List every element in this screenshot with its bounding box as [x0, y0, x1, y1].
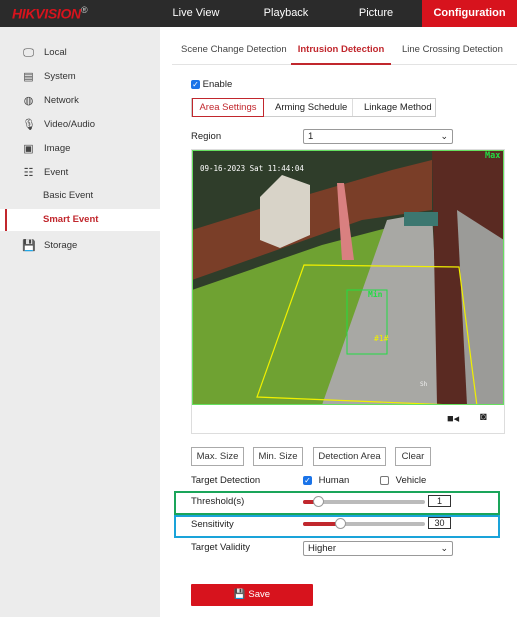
calendar-icon: ☷ — [23, 167, 34, 179]
sidebar-item-label: Video/Audio — [44, 119, 96, 130]
sidebar-item-label: System — [44, 71, 76, 82]
nav-configuration[interactable]: Configuration — [422, 0, 517, 27]
max-size-button[interactable]: Max. Size — [191, 447, 244, 466]
sensitivity-value[interactable]: 30 — [428, 517, 451, 529]
sensitivity-slider[interactable] — [303, 518, 425, 534]
checkbox-checked-icon: ✓ — [303, 475, 312, 485]
sidebar-item-storage[interactable]: 💾 Storage — [0, 235, 160, 257]
sidebar-item-system[interactable]: ▤ System — [0, 66, 160, 88]
vehicle-label: Vehicle — [395, 475, 427, 486]
brand-name: HIKVISION — [12, 5, 81, 22]
system-icon: ▤ — [23, 71, 34, 83]
slider-knob[interactable] — [334, 518, 346, 529]
chevron-down-icon: ⌄ — [440, 543, 448, 553]
min-label: Min — [368, 289, 383, 299]
enable-checkbox[interactable]: ✓ Enable — [191, 79, 232, 90]
region-select[interactable]: 1 ⌄ — [303, 129, 453, 144]
subtab-arming-schedule[interactable]: Arming Schedule — [275, 99, 347, 116]
tab-line-crossing-detection[interactable]: Line Crossing Detection — [402, 40, 503, 65]
region-label: Region — [191, 131, 222, 142]
monitor-icon: 🖵 — [23, 47, 34, 59]
sidebar-item-label: Smart Event — [43, 214, 99, 225]
timestamp-overlay: 09-16-2023 Sat 11:44:04 — [200, 164, 304, 173]
max-label: Max — [485, 151, 500, 161]
detection-area-button[interactable]: Detection Area — [313, 447, 386, 466]
globe-icon: ◍ — [23, 95, 34, 107]
camera-snapshot-icon[interactable]: ◙ — [480, 411, 487, 423]
sidebar-item-label: Image — [44, 143, 71, 154]
checkbox-checked-icon: ✓ — [191, 79, 200, 89]
save-label: Save — [248, 589, 271, 600]
sidebar-item-basic-event[interactable]: Basic Event — [0, 185, 160, 207]
region-value: 1 — [308, 131, 314, 142]
camera-feed[interactable]: 09-16-2023 Sat 11:44:04 Max Min #1# Sh — [192, 150, 504, 405]
table — [404, 212, 438, 226]
overlay-text: Sh — [420, 381, 428, 388]
target-validity-select[interactable]: Higher ⌄ — [303, 541, 453, 556]
subtab-area-settings[interactable]: Area Settings — [192, 98, 264, 117]
target-validity-value: Higher — [308, 543, 336, 554]
save-button[interactable]: 💾 Save — [191, 584, 313, 606]
region-tag: #1# — [374, 334, 389, 343]
nav-picture[interactable]: Picture — [340, 0, 412, 27]
sidebar: 🖵 Local ▤ System ◍ Network 🎙 Video/Audio ▣ Im… — [0, 27, 160, 617]
sidebar-item-network[interactable]: ◍ Network — [0, 90, 160, 112]
sidebar-item-label: Basic Event — [43, 190, 94, 201]
sidebar-item-event[interactable]: ☷ Event — [0, 162, 160, 184]
target-detection-label: Target Detection — [191, 475, 261, 486]
video-preview: 09-16-2023 Sat 11:44:04 Max Min #1# Sh ■… — [191, 149, 505, 434]
floppy-icon: 💾 — [233, 589, 246, 600]
nav-playback[interactable]: Playback — [250, 0, 322, 27]
sensitivity-label: Sensitivity — [191, 519, 234, 530]
nav-live-view[interactable]: Live View — [160, 0, 232, 27]
image-icon: ▣ — [23, 143, 34, 155]
threshold-slider[interactable] — [303, 496, 425, 512]
floppy-icon: 💾 — [22, 240, 36, 252]
threshold-value[interactable]: 1 — [428, 495, 451, 507]
human-label: Human — [318, 475, 350, 486]
enable-label: Enable — [202, 79, 233, 90]
microphone-icon: 🎙 — [22, 119, 36, 131]
sidebar-item-video-audio[interactable]: 🎙 Video/Audio — [0, 114, 160, 136]
subtab-bar: Area Settings Arming Schedule Linkage Me… — [191, 98, 436, 117]
record-icon[interactable]: ■◂ — [447, 412, 459, 425]
vehicle-checkbox[interactable]: Vehicle — [380, 475, 426, 486]
clear-button[interactable]: Clear — [395, 447, 431, 466]
sidebar-item-label: Event — [44, 167, 69, 178]
human-checkbox[interactable]: ✓ Human — [303, 475, 349, 486]
sidebar-item-image[interactable]: ▣ Image — [0, 138, 160, 160]
checkbox-unchecked-icon — [380, 475, 389, 485]
target-validity-label: Target Validity — [191, 542, 250, 553]
brand-mark: ® — [80, 5, 88, 15]
hikvision-logo: HIKVISION® — [12, 5, 88, 22]
subtab-linkage-method[interactable]: Linkage Method — [352, 99, 432, 116]
tab-intrusion-detection[interactable]: Intrusion Detection — [291, 40, 391, 65]
top-bar: HIKVISION® Live View Playback Picture Co… — [0, 0, 517, 27]
sidebar-item-label: Local — [44, 47, 67, 58]
chevron-down-icon: ⌄ — [440, 131, 448, 141]
min-size-button[interactable]: Min. Size — [253, 447, 303, 466]
sidebar-item-label: Network — [44, 95, 79, 106]
slider-knob[interactable] — [312, 496, 324, 507]
sidebar-item-smart-event[interactable]: Smart Event — [0, 209, 160, 231]
sidebar-item-label: Storage — [44, 240, 78, 251]
tab-scene-change-detection[interactable]: Scene Change Detection — [181, 40, 287, 65]
threshold-label: Threshold(s) — [191, 496, 245, 507]
sidebar-item-local[interactable]: 🖵 Local — [0, 42, 160, 64]
